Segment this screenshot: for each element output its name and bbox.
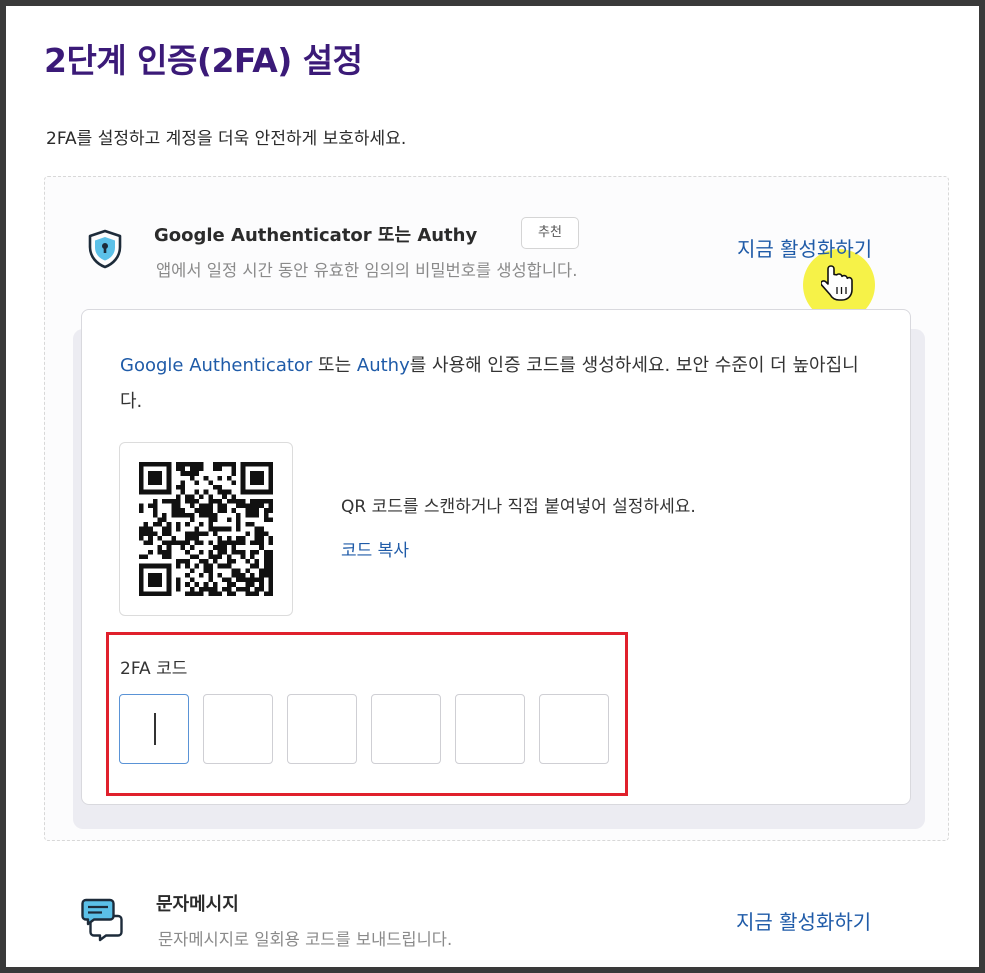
hand-pointer-icon xyxy=(820,263,855,303)
google-authenticator-link[interactable]: Google Authenticator xyxy=(120,355,312,376)
code-digit-input[interactable] xyxy=(455,694,525,764)
code-digit-input[interactable] xyxy=(287,694,357,764)
method-title-authenticator: Google Authenticator 또는 Authy xyxy=(154,225,478,246)
authy-link[interactable]: Authy xyxy=(357,355,410,376)
chat-bubbles-icon xyxy=(80,896,124,942)
code-digit-input[interactable] xyxy=(203,694,273,764)
method-title-sms: 문자메시지 xyxy=(156,894,239,915)
setup-description-text: 또는 xyxy=(312,355,357,376)
method-description-sms: 문자메시지로 일회용 코드를 보내드립니다. xyxy=(158,930,453,949)
method-description-authenticator: 앱에서 일정 시간 동안 유효한 임의의 비밀번호를 생성합니다. xyxy=(156,261,578,280)
recommended-badge: 추천 xyxy=(521,217,579,249)
activate-authenticator-link[interactable]: 지금 활성화하기 xyxy=(737,233,872,262)
code-label: 2FA 코드 xyxy=(120,659,188,679)
qr-code-image xyxy=(139,462,273,596)
text-caret xyxy=(154,713,156,745)
qr-code xyxy=(119,442,293,616)
shield-icon xyxy=(83,227,127,271)
authenticator-setup-panel: Google Authenticator 또는 Authy를 사용해 인증 코드… xyxy=(81,309,911,805)
code-digit-input[interactable] xyxy=(371,694,441,764)
activate-sms-link[interactable]: 지금 활성화하기 xyxy=(736,906,871,935)
scan-instructions: QR 코드를 스캔하거나 직접 붙여넣어 설정하세요. xyxy=(341,497,696,517)
setup-description: Google Authenticator 또는 Authy를 사용해 인증 코드… xyxy=(120,348,870,420)
page-subtitle: 2FA를 설정하고 계정을 더욱 안전하게 보호하세요. xyxy=(46,129,407,149)
page-title: 2단계 인증(2FA) 설정 xyxy=(44,41,363,80)
settings-window: 2단계 인증(2FA) 설정 2FA를 설정하고 계정을 더욱 안전하게 보호하… xyxy=(6,6,979,967)
authenticator-method-card: Google Authenticator 또는 Authy 추천 앱에서 일정 … xyxy=(44,176,949,841)
copy-code-link[interactable]: 코드 복사 xyxy=(341,536,409,561)
code-digit-input[interactable] xyxy=(539,694,609,764)
